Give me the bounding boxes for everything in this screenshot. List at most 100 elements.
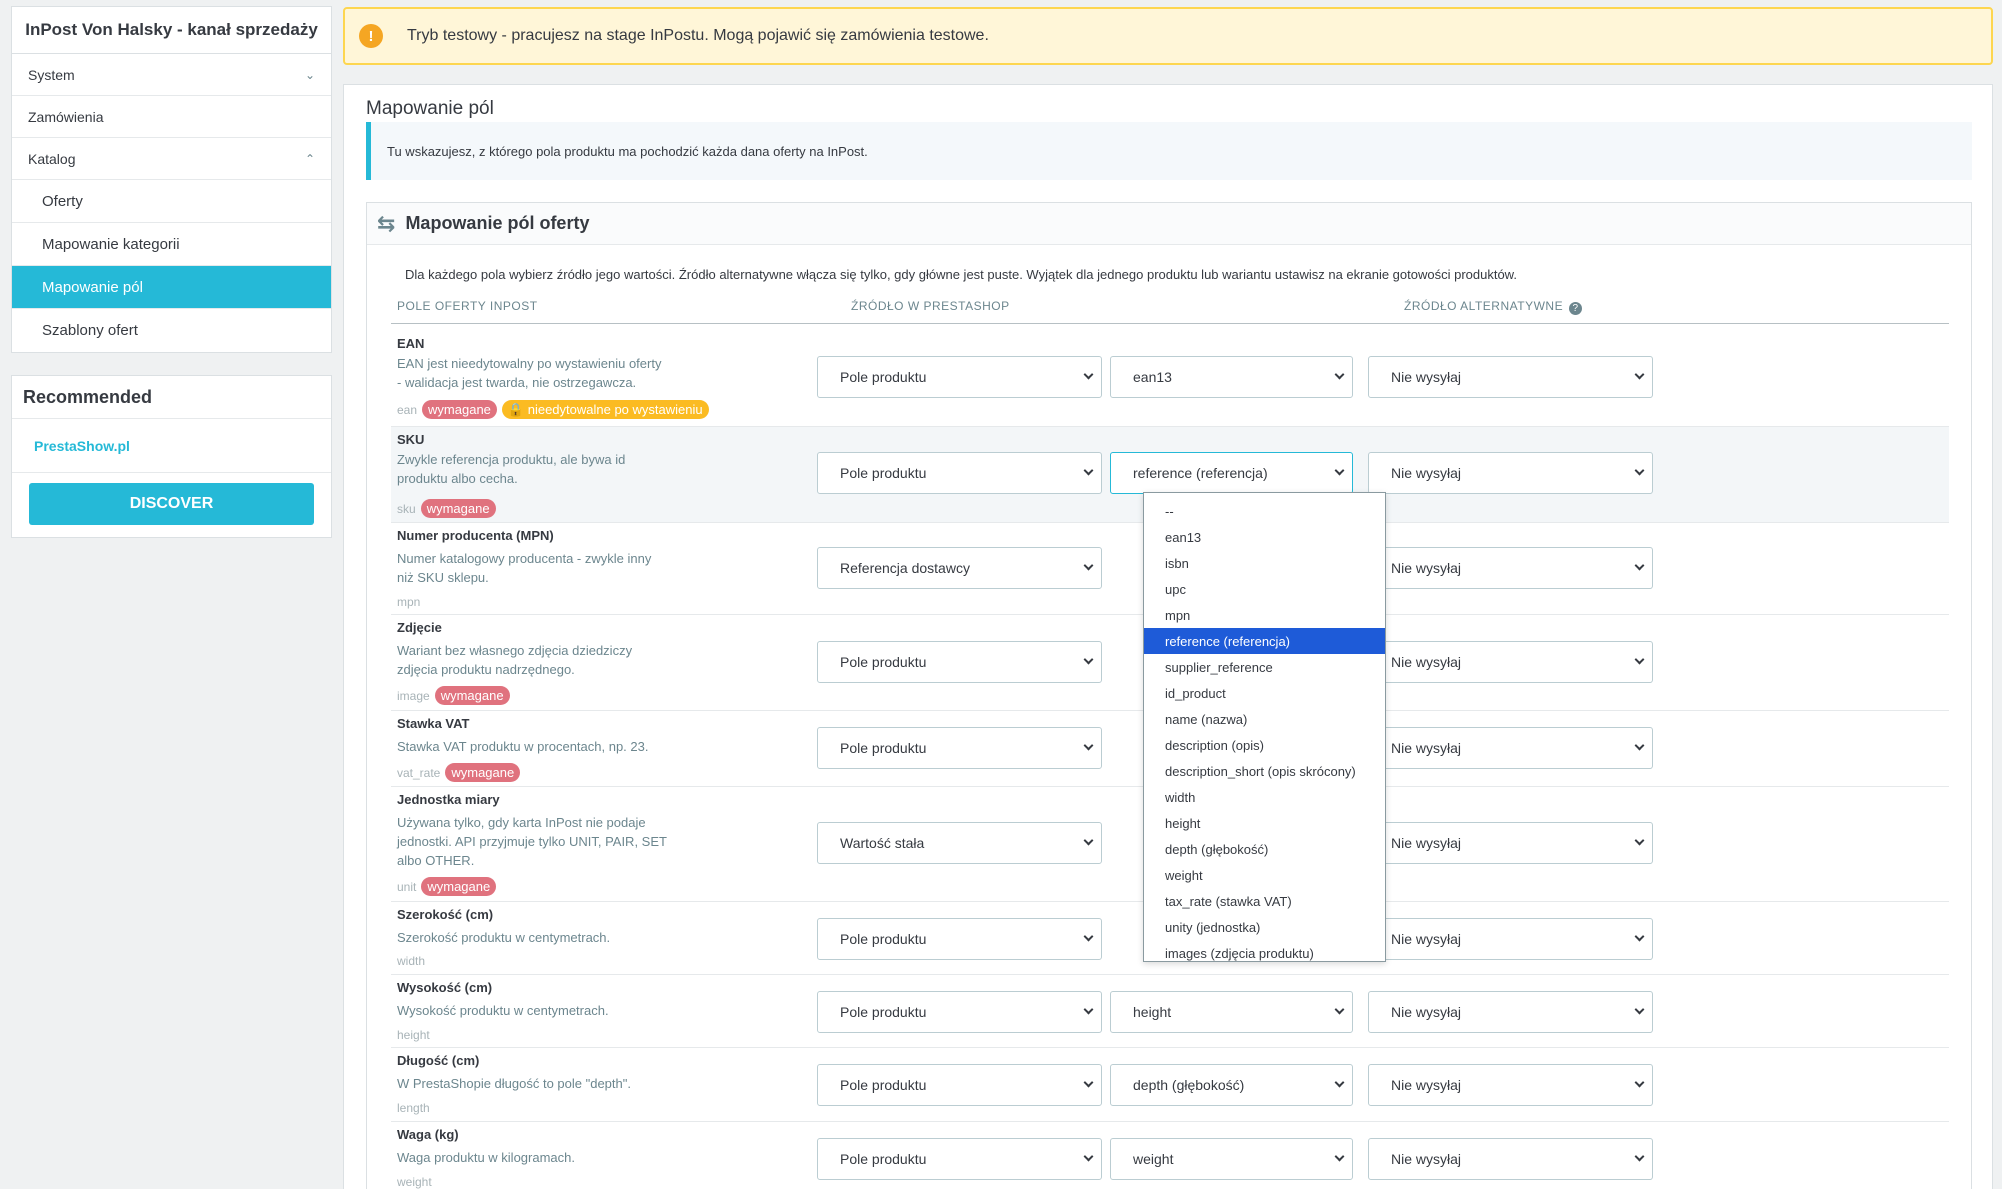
dropdown-option[interactable]: --: [1144, 498, 1385, 524]
product-field-select[interactable]: depth (głębokość): [1110, 1064, 1353, 1106]
alt-source-select[interactable]: Nie wysyłaj: [1368, 547, 1653, 589]
chevron-down-icon: [1634, 835, 1645, 846]
source-select[interactable]: Pole produktu: [817, 991, 1102, 1033]
dropdown-option[interactable]: isbn: [1144, 550, 1385, 576]
info-text: Tu wskazujesz, z którego pola produktu m…: [387, 143, 868, 159]
card-description: Dla każdego pola wybierz źródło jego war…: [405, 267, 1517, 282]
field-name: Stawka VAT: [397, 716, 470, 731]
menu-item-catalog[interactable]: Katalog ⌃: [12, 138, 331, 180]
dropdown-option[interactable]: upc: [1144, 576, 1385, 602]
field-key: length: [397, 1101, 430, 1115]
dropdown-option[interactable]: description (opis): [1144, 732, 1385, 758]
field-name: Długość (cm): [397, 1053, 480, 1068]
product-field-select[interactable]: height: [1110, 991, 1353, 1033]
field-meta: vat_rate wymagane: [397, 763, 521, 782]
chevron-down-icon: [1634, 1004, 1645, 1015]
field-name: Zdjęcie: [397, 620, 442, 635]
mapping-row-height: Wysokość (cm) Wysokość produktu w centym…: [391, 975, 1949, 1048]
submenu-item-field-mapping[interactable]: Mapowanie pól: [12, 266, 331, 309]
field-meta: ean wymagane 🔒 nieedytowalne po wystawie…: [397, 400, 709, 419]
source-select[interactable]: Referencja dostawcy: [817, 547, 1102, 589]
module-menu: InPost Von Halsky - kanał sprzedaży Syst…: [11, 6, 332, 353]
field-meta: weight: [397, 1175, 432, 1189]
field-description: Numer katalogowy producenta - zwykle inn…: [397, 551, 652, 585]
dropdown-option[interactable]: width: [1144, 784, 1385, 810]
menu-item-system[interactable]: System ⌄: [12, 54, 331, 96]
field-description: W PrestaShopie długość to pole "depth".: [397, 1076, 631, 1091]
alt-source-select[interactable]: Nie wysyłaj: [1368, 822, 1653, 864]
source-select[interactable]: Pole produktu: [817, 727, 1102, 769]
dropdown-option[interactable]: description_short (opis skrócony): [1144, 758, 1385, 784]
dropdown-option[interactable]: height: [1144, 810, 1385, 836]
submenu-label: Szablony ofert: [42, 322, 138, 339]
mapping-row-ean: EAN EAN jest nieedytowalny po wystawieni…: [391, 331, 1949, 427]
submenu-label: Mapowanie kategorii: [42, 235, 180, 253]
alt-source-select[interactable]: Nie wysyłaj: [1368, 991, 1653, 1033]
alt-source-select[interactable]: Nie wysyłaj: [1368, 918, 1653, 960]
field-meta: width: [397, 954, 425, 968]
chevron-down-icon: [1634, 654, 1645, 665]
field-name: EAN: [397, 336, 425, 351]
column-header-source: ŹRÓDŁO W PRESTASHOP: [851, 299, 1010, 313]
dropdown-option[interactable]: name (nazwa): [1144, 706, 1385, 732]
dropdown-option[interactable]: supplier_reference: [1144, 654, 1385, 680]
alt-source-select[interactable]: Nie wysyłaj: [1368, 1064, 1653, 1106]
dropdown-option[interactable]: weight: [1144, 862, 1385, 888]
dropdown-option[interactable]: mpn: [1144, 602, 1385, 628]
product-field-select[interactable]: ean13: [1110, 356, 1353, 398]
alt-source-select[interactable]: Nie wysyłaj: [1368, 356, 1653, 398]
warning-icon: !: [359, 24, 383, 48]
required-badge: wymagane: [445, 763, 521, 782]
source-select[interactable]: Wartość stała: [817, 822, 1102, 864]
submenu-item-offer-templates[interactable]: Szablony ofert: [12, 309, 331, 352]
prestashow-link[interactable]: PrestaShow.pl: [12, 419, 331, 473]
sidebar: InPost Von Halsky - kanał sprzedaży Syst…: [11, 6, 332, 538]
dropdown-option[interactable]: depth (głębokość): [1144, 836, 1385, 862]
required-badge: wymagane: [434, 686, 510, 705]
recommended-title: Recommended: [12, 376, 331, 419]
field-description: Wysokość produktu w centymetrach.: [397, 1003, 609, 1018]
dropdown-option[interactable]: unity (jednostka): [1144, 914, 1385, 940]
menu-item-orders[interactable]: Zamówienia: [12, 96, 331, 138]
alt-source-select[interactable]: Nie wysyłaj: [1368, 1138, 1653, 1180]
field-key: weight: [397, 1175, 432, 1189]
product-field-dropdown[interactable]: -- ean13 isbn upc mpn reference (referen…: [1143, 492, 1386, 962]
required-badge: wymagane: [422, 400, 497, 419]
field-meta: image wymagane: [397, 686, 510, 705]
dropdown-option[interactable]: tax_rate (stawka VAT): [1144, 888, 1385, 914]
chevron-down-icon: [1634, 1151, 1645, 1162]
submenu-item-category-mapping[interactable]: Mapowanie kategorii: [12, 223, 331, 266]
help-icon[interactable]: ?: [1569, 302, 1583, 315]
discover-button[interactable]: DISCOVER: [29, 483, 314, 525]
chevron-down-icon: [1083, 931, 1094, 942]
field-key: height: [397, 1028, 430, 1042]
field-meta: length: [397, 1101, 430, 1115]
submenu-item-offers[interactable]: Oferty: [12, 180, 331, 223]
chevron-down-icon: [1083, 1077, 1094, 1088]
product-field-select[interactable]: reference (referencja): [1110, 452, 1353, 494]
alt-source-select[interactable]: Nie wysyłaj: [1368, 452, 1653, 494]
chevron-down-icon: [1334, 369, 1345, 380]
source-select[interactable]: Pole produktu: [817, 1064, 1102, 1106]
alt-source-select[interactable]: Nie wysyłaj: [1368, 727, 1653, 769]
alt-source-select[interactable]: Nie wysyłaj: [1368, 641, 1653, 683]
chevron-down-icon: [1083, 835, 1094, 846]
source-select[interactable]: Pole produktu: [817, 452, 1102, 494]
dropdown-option[interactable]: ean13: [1144, 524, 1385, 550]
chevron-down-icon: [1334, 1004, 1345, 1015]
source-select[interactable]: Pole produktu: [817, 641, 1102, 683]
dropdown-option-selected[interactable]: reference (referencja): [1144, 628, 1385, 654]
chevron-down-icon: [1334, 1151, 1345, 1162]
source-select[interactable]: Pole produktu: [817, 1138, 1102, 1180]
chevron-down-icon: [1083, 1004, 1094, 1015]
product-field-select[interactable]: weight: [1110, 1138, 1353, 1180]
field-description: Wariant bez własnego zdjęcia dziedziczy z…: [397, 643, 633, 677]
card-title: Mapowanie pól oferty: [405, 213, 590, 233]
chevron-up-icon: ⌃: [304, 151, 315, 166]
dropdown-option[interactable]: images (zdjęcia produktu): [1144, 940, 1385, 966]
field-meta: unit wymagane: [397, 877, 497, 896]
source-select[interactable]: Pole produktu: [817, 356, 1102, 398]
source-select[interactable]: Pole produktu: [817, 918, 1102, 960]
dropdown-option[interactable]: id_product: [1144, 680, 1385, 706]
info-box: Tu wskazujesz, z którego pola produktu m…: [366, 122, 1972, 180]
